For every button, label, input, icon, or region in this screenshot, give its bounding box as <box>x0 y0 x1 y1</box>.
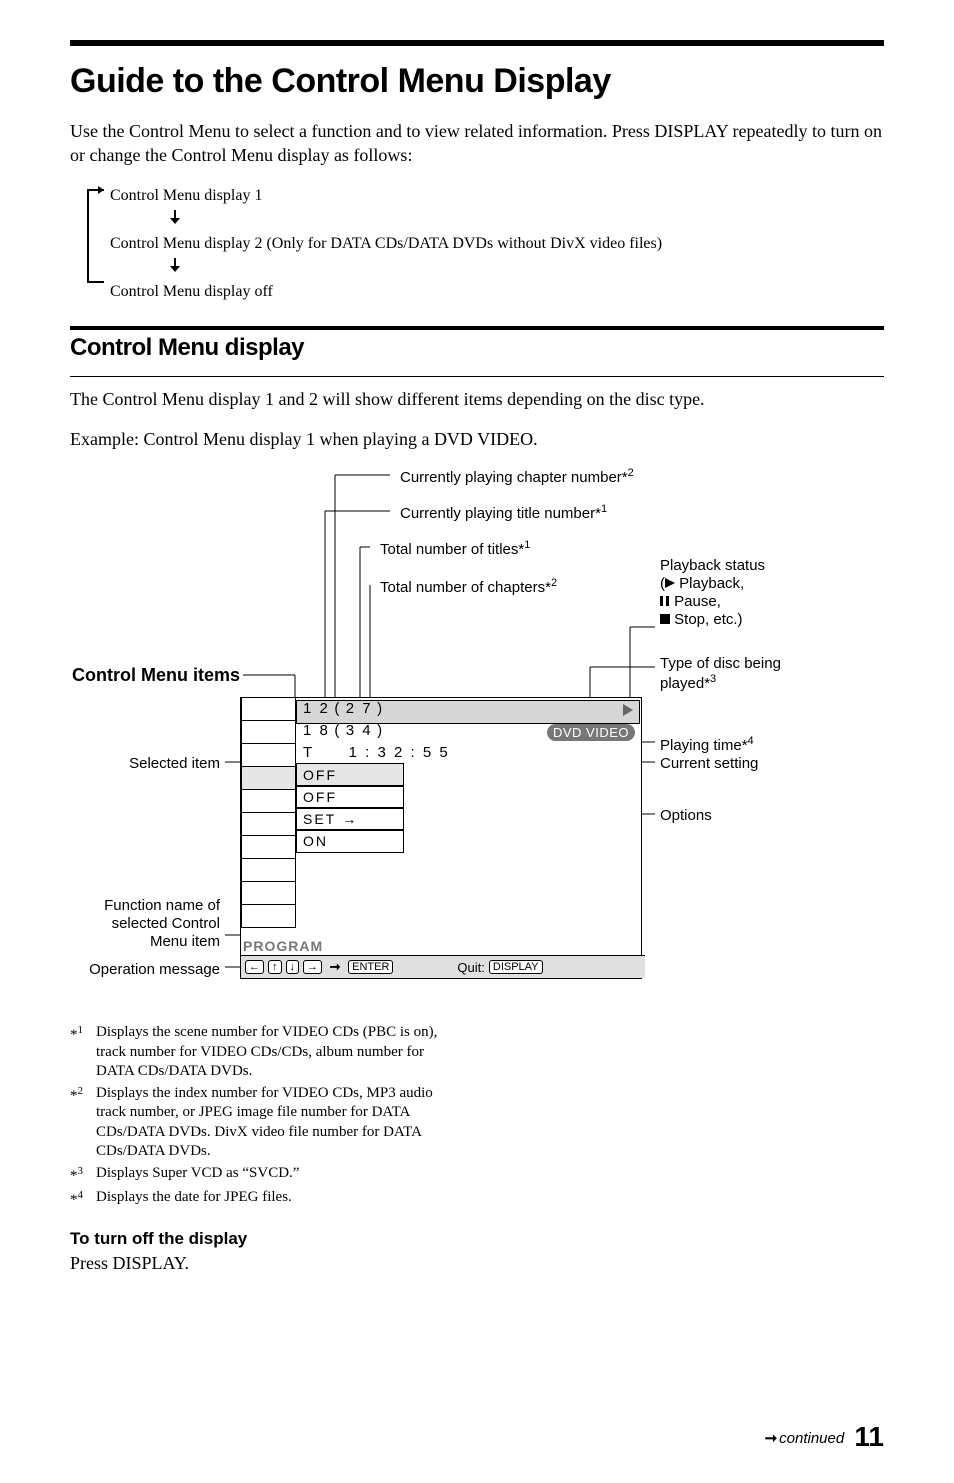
arrow-right-key-icon: → <box>303 960 322 974</box>
option-row: OFF <box>296 785 404 809</box>
divider <box>70 376 884 377</box>
footnote-marker: *1 <box>70 1023 96 1082</box>
title-readout: 1 2 ( 2 7 ) <box>303 700 384 718</box>
sequence-block: Control Menu display 1 Control Menu disp… <box>110 184 884 304</box>
right-arrow-icon: ➞ <box>326 959 344 975</box>
continued-arrow-icon: ➞ <box>765 1430 778 1447</box>
divider <box>70 326 884 330</box>
time-readout: T 1 : 3 2 : 5 5 <box>303 744 450 762</box>
option-row: OFF <box>296 763 404 787</box>
footnote-marker: *2 <box>70 1084 96 1162</box>
footnote: *4 Displays the date for JPEG files. <box>70 1188 884 1211</box>
footnote-marker: *3 <box>70 1164 96 1187</box>
sequence-item: Control Menu display 1 <box>110 184 884 208</box>
footnote: *3 Displays Super VCD as “SVCD.” <box>70 1164 884 1187</box>
cycle-bracket-icon <box>82 186 110 286</box>
down-arrow-icon <box>170 210 180 229</box>
page-number: 11 <box>854 1421 884 1452</box>
enter-key: ENTER <box>348 960 393 974</box>
example-line: Example: Control Menu display 1 when pla… <box>70 427 884 451</box>
arrow-down-key-icon: ↓ <box>286 960 300 974</box>
page-title: Guide to the Control Menu Display <box>70 62 884 101</box>
section-heading: Control Menu display <box>70 334 884 362</box>
turn-off-body: Press DISPLAY. <box>70 1251 884 1275</box>
footnote-text: Displays the date for JPEG files. <box>96 1188 292 1211</box>
icon-column <box>241 698 296 928</box>
footnote-marker: *4 <box>70 1188 96 1211</box>
arrow-up-key-icon: ↑ <box>268 960 282 974</box>
quit-label: Quit: <box>457 960 484 975</box>
sequence-item: Control Menu display 2 (Only for DATA CD… <box>110 232 884 256</box>
arrow-left-key-icon: ← <box>245 960 264 974</box>
chapter-readout: 1 8 ( 3 4 ) <box>303 722 384 740</box>
sequence-item: Control Menu display off <box>110 280 884 304</box>
footnote-text: Displays the index number for VIDEO CDs,… <box>96 1084 456 1162</box>
divider <box>70 40 884 46</box>
turn-off-heading: To turn off the display <box>70 1229 884 1249</box>
option-row: SET→ <box>296 807 404 831</box>
operation-bar: ← ↑ ↓ → ➞ ENTER Quit: DISPLAY <box>241 955 645 978</box>
footnotes: *1 Displays the scene number for VIDEO C… <box>70 1023 884 1211</box>
down-arrow-icon <box>170 258 180 277</box>
footnote: *1 Displays the scene number for VIDEO C… <box>70 1023 884 1082</box>
display-key: DISPLAY <box>489 960 543 974</box>
option-row: ON <box>296 829 404 853</box>
control-menu-panel: DVD VIDEO 1 2 ( 2 7 ) 1 8 ( 3 4 ) <box>240 697 642 979</box>
footnote: *2 Displays the index number for VIDEO C… <box>70 1084 884 1162</box>
page: Guide to the Control Menu Display Use th… <box>0 0 954 1483</box>
intro-paragraph: Use the Control Menu to select a functio… <box>70 119 884 168</box>
footnote-text: Displays the scene number for VIDEO CDs … <box>96 1023 456 1082</box>
footnote-text: Displays Super VCD as “SVCD.” <box>96 1164 299 1187</box>
program-label: PROGRAM <box>243 938 323 954</box>
page-footer: ➞continued 11 <box>765 1421 884 1453</box>
section-lead: The Control Menu display 1 and 2 will sh… <box>70 387 884 411</box>
figure: Currently playing chapter number*2 Curre… <box>70 467 884 1017</box>
continued-label: continued <box>779 1430 844 1447</box>
play-status-icon <box>623 704 633 716</box>
disc-type-badge: DVD VIDEO <box>547 724 635 741</box>
